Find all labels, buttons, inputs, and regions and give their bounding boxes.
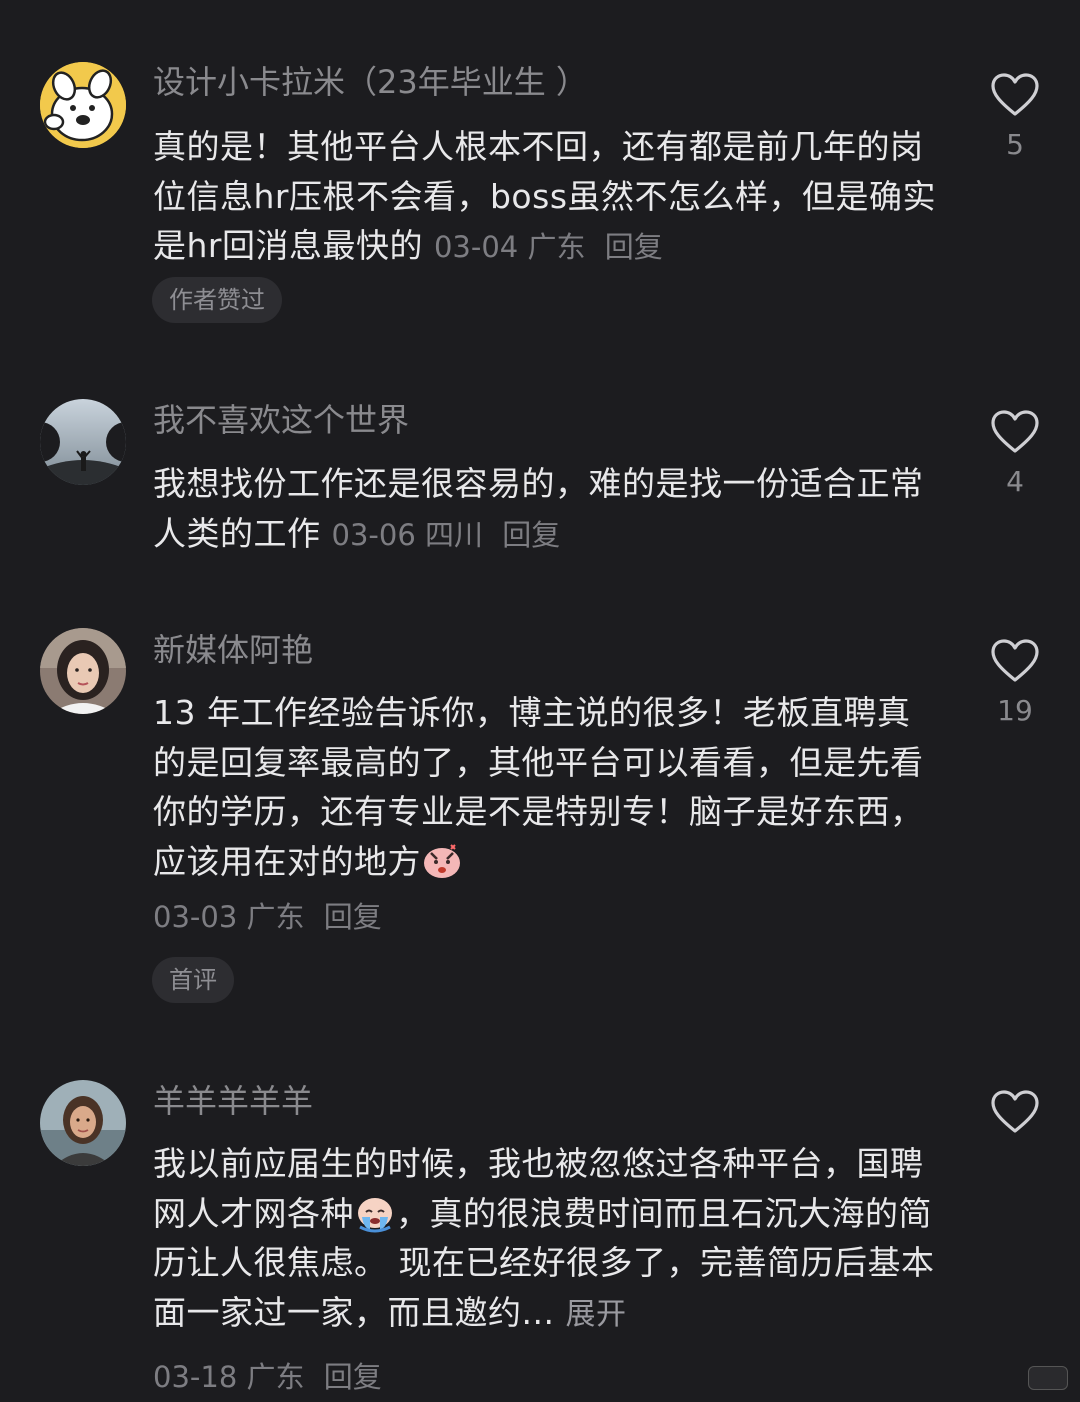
comment-location: 四川 bbox=[425, 517, 484, 552]
comment-username[interactable]: 设计小卡拉米（23年毕业生 ） bbox=[153, 62, 588, 102]
watermark-logo bbox=[1028, 1366, 1068, 1390]
like-button[interactable]: 19 bbox=[985, 638, 1045, 726]
like-count: 19 bbox=[997, 694, 1033, 727]
comment-text: 13 年工作经验告诉你，博主说的很多！老板直聘真的是回复率最高的了，其他平台可以… bbox=[153, 688, 943, 886]
reply-button[interactable]: 回复 bbox=[324, 900, 382, 934]
angry-face-emoji-icon bbox=[424, 843, 460, 878]
like-count: 5 bbox=[1006, 128, 1024, 161]
comment-meta: 03-18 广东 回复 bbox=[153, 1357, 382, 1397]
comment-meta: 03-04 广东 回复 bbox=[434, 230, 663, 264]
crying-face-emoji-icon bbox=[358, 1197, 392, 1232]
comment-text: 我以前应届生的时候，我也被忽悠过各种平台，国聘网人才网各种 ，真的很浪费时间而且… bbox=[153, 1139, 943, 1339]
comment-username[interactable]: 我不喜欢这个世界 bbox=[153, 400, 409, 440]
like-button[interactable]: 5 bbox=[985, 72, 1045, 160]
comment-location: 广东 bbox=[246, 1360, 305, 1394]
heart-outline-icon bbox=[991, 73, 1039, 116]
like-count: 4 bbox=[1006, 465, 1024, 498]
reply-button[interactable]: 回复 bbox=[324, 1360, 382, 1394]
heart-outline-icon bbox=[991, 410, 1039, 453]
heart-outline-icon bbox=[991, 1090, 1039, 1133]
comment-date: 03-06 bbox=[331, 517, 416, 552]
expand-link[interactable]: 展开 bbox=[565, 1297, 626, 1332]
comment-date: 03-18 bbox=[153, 1360, 238, 1394]
comment-meta: 03-06 四川 回复 bbox=[332, 518, 561, 552]
comment-username[interactable]: 新媒体阿艳 bbox=[153, 630, 313, 670]
comment-username[interactable]: 羊羊羊羊羊 bbox=[153, 1081, 313, 1121]
comment-text: 真的是！其他平台人根本不回，还有都是前几年的岗位信息hr压根不会看，boss虽然… bbox=[153, 122, 943, 273]
comment-date: 03-04 bbox=[433, 230, 519, 264]
author-liked-badge: 作者赞过 bbox=[152, 277, 282, 323]
comment-location: 广东 bbox=[246, 900, 305, 934]
heart-outline-icon bbox=[991, 639, 1039, 682]
person-on-hill-avatar-icon[interactable] bbox=[40, 399, 126, 485]
comment-content: 13 年工作经验告诉你，博主说的很多！老板直聘真的是回复率最高的了，其他平台可以… bbox=[153, 693, 924, 881]
reply-button[interactable]: 回复 bbox=[502, 518, 560, 552]
first-comment-badge: 首评 bbox=[152, 957, 234, 1003]
woman-beach-avatar-icon[interactable] bbox=[40, 1080, 126, 1166]
comment-date: 03-03 bbox=[153, 900, 238, 934]
reply-button[interactable]: 回复 bbox=[605, 230, 663, 264]
comment-text: 我想找份工作还是很容易的，难的是找一份适合正常人类的工作 03-06 四川 回复 bbox=[153, 459, 943, 560]
cartoon-dog-avatar-icon[interactable] bbox=[40, 62, 126, 148]
comment-meta: 03-03 广东 回复 bbox=[153, 897, 382, 937]
like-button[interactable]: 4 bbox=[985, 409, 1045, 497]
like-button[interactable] bbox=[985, 1089, 1045, 1147]
woman-portrait-avatar-icon[interactable] bbox=[40, 628, 126, 714]
comment-location: 广东 bbox=[527, 230, 586, 264]
